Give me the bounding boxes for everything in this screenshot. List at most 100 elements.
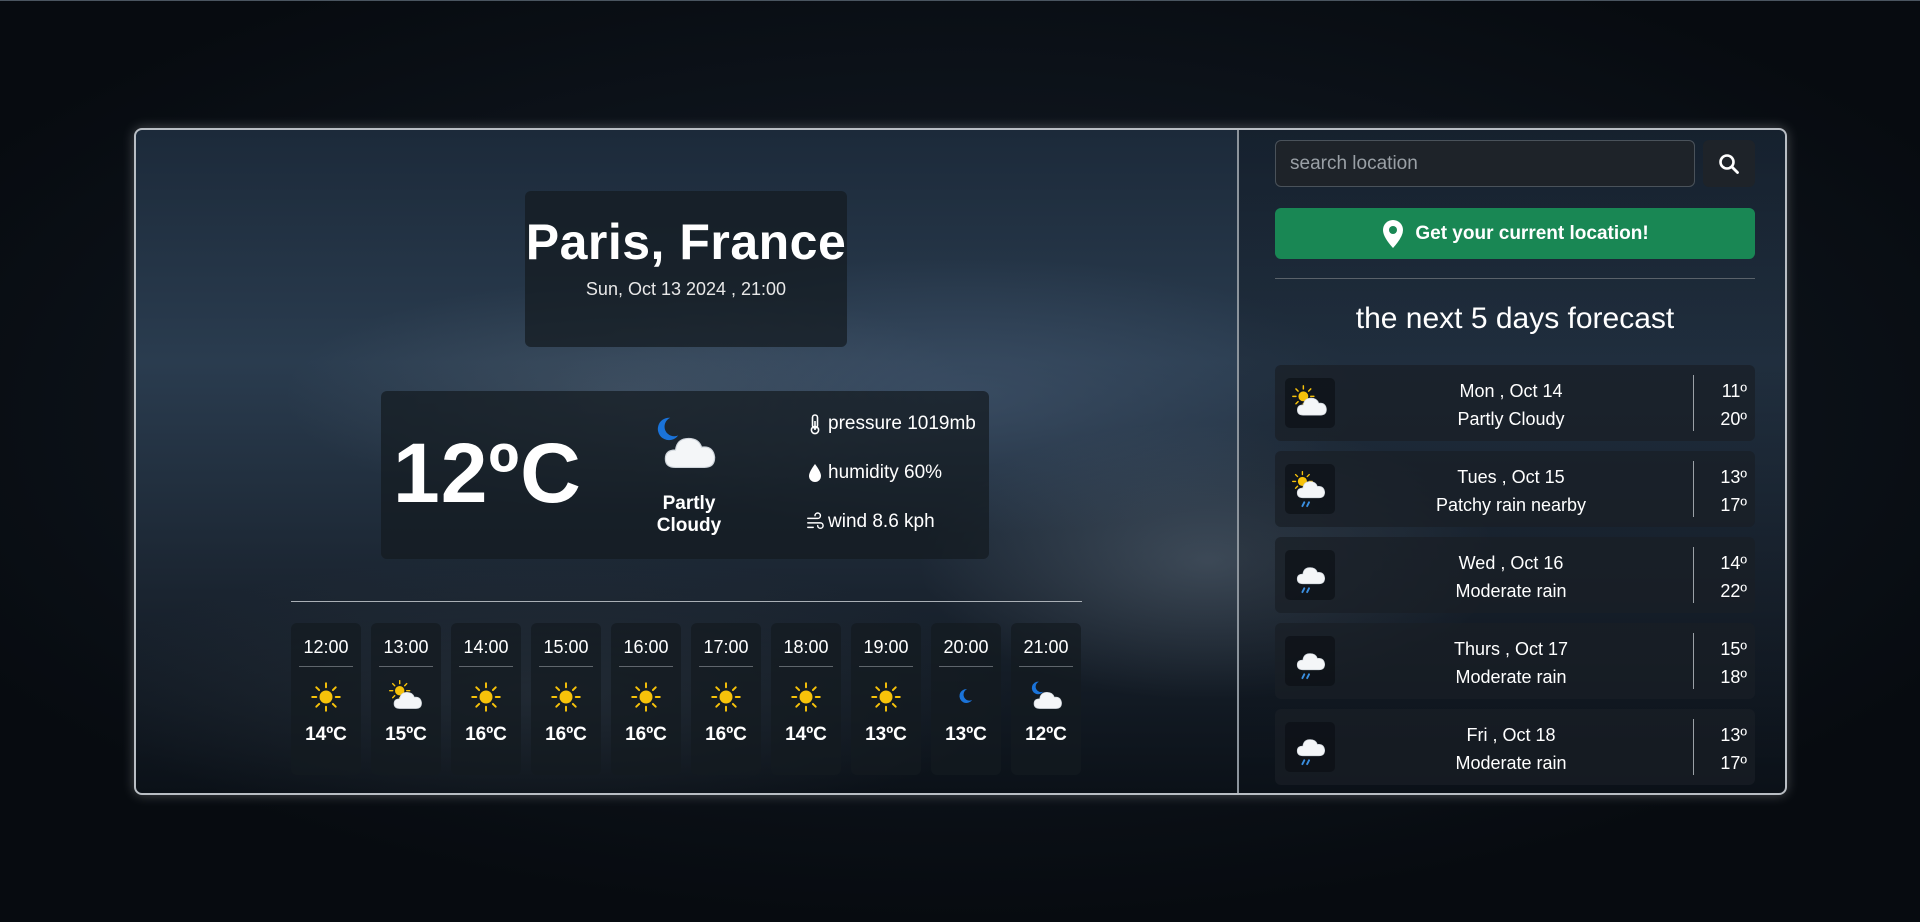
current-location-button[interactable]: Get your current location! [1275, 208, 1755, 259]
map-pin-icon [1383, 219, 1404, 248]
forecast-icon-box [1285, 378, 1335, 428]
sun-rain-icon [1292, 471, 1326, 508]
forecast-high: 17º [1720, 495, 1747, 515]
sun-icon [871, 682, 901, 712]
hourly-time: 18:00 [779, 637, 833, 667]
forecast-separator [1693, 633, 1694, 689]
forecast-title: the next 5 days forecast [1355, 302, 1675, 335]
wind-icon [807, 512, 824, 529]
forecast-icon-box [1285, 722, 1335, 772]
hourly-item: 17:00 16ºC [691, 623, 761, 775]
hourly-temp: 13ºC [865, 724, 907, 745]
forecast-date: Mon , Oct 14 [1459, 381, 1563, 401]
hourly-temp: 13ºC [945, 724, 987, 745]
forecast-high: 17º [1720, 753, 1747, 773]
moon-icon [959, 689, 973, 703]
search-button[interactable] [1703, 140, 1755, 187]
hourly-item: 12:00 14ºC [291, 623, 361, 775]
current-conditions-panel: 12ºC Partly Cloudy pressure 1019mb humid… [381, 391, 989, 559]
forecast-temps: 13º 17º [1703, 721, 1747, 777]
forecast-high: 22º [1720, 581, 1747, 601]
hourly-time: 14:00 [459, 637, 513, 667]
forecast-date: Fri , Oct 18 [1466, 725, 1556, 745]
forecast-low: 13º [1720, 467, 1747, 487]
hourly-divider [291, 601, 1082, 602]
droplet-icon [809, 464, 821, 482]
forecast-separator [1693, 547, 1694, 603]
forecast-high: 20º [1720, 409, 1747, 429]
forecast-icon-box [1285, 550, 1335, 600]
forecast-day-row: Tues , Oct 15 Patchy rain nearby 13º 17º [1275, 451, 1755, 527]
current-weather-section: Paris, France Sun, Oct 13 2024 , 21:00 1… [136, 130, 1237, 793]
forecast-condition: Moderate rain [1455, 581, 1567, 601]
forecast-temps: 11º 20º [1703, 377, 1747, 433]
pressure-value: pressure 1019mb [828, 413, 976, 434]
forecast-day-row: Thurs , Oct 17 Moderate rain 15º 18º [1275, 623, 1755, 699]
forecast-date: Thurs , Oct 17 [1453, 639, 1569, 659]
hourly-temp: 16ºC [465, 724, 507, 745]
forecast-icon-box [1285, 464, 1335, 514]
hourly-temp: 12ºC [1025, 724, 1067, 745]
forecast-separator [1693, 719, 1694, 775]
sun-icon [551, 682, 581, 712]
hourly-time: 17:00 [699, 637, 753, 667]
forecast-temps: 14º 22º [1703, 549, 1747, 605]
hourly-time: 13:00 [379, 637, 433, 667]
rain-cloud-icon [1296, 739, 1326, 766]
forecast-day-row: Fri , Oct 18 Moderate rain 13º 17º [1275, 709, 1755, 785]
hourly-temp: 16ºC [705, 724, 747, 745]
hourly-temp: 16ºC [545, 724, 587, 745]
forecast-temps: 15º 18º [1703, 635, 1747, 691]
forecast-low: 11º [1721, 381, 1747, 401]
hourly-time: 20:00 [939, 637, 993, 667]
forecast-low: 13º [1720, 725, 1747, 745]
hourly-temp: 14ºC [785, 724, 827, 745]
forecast-day-text: Wed , Oct 16 Moderate rain [1335, 549, 1687, 605]
current-temperature: 12ºC [393, 426, 582, 520]
wind-stat: wind 8.6 kph [806, 511, 935, 533]
forecast-separator [1693, 375, 1694, 431]
thermometer-icon [810, 414, 820, 435]
forecast-condition: Moderate rain [1455, 667, 1567, 687]
forecast-high: 18º [1720, 667, 1747, 687]
wind-value: wind 8.6 kph [828, 511, 935, 532]
sidebar-divider [1275, 278, 1755, 279]
window-top-border [0, 0, 1920, 1]
forecast-day-text: Mon , Oct 14 Partly Cloudy [1335, 377, 1687, 433]
hourly-item: 14:00 16ºC [451, 623, 521, 775]
hourly-time: 12:00 [299, 637, 353, 667]
forecast-day-text: Tues , Oct 15 Patchy rain nearby [1335, 463, 1687, 519]
sun-icon [791, 682, 821, 712]
forecast-day-text: Thurs , Oct 17 Moderate rain [1335, 635, 1687, 691]
forecast-date: Tues , Oct 15 [1457, 467, 1565, 487]
location-panel: Paris, France Sun, Oct 13 2024 , 21:00 [525, 191, 847, 347]
hourly-item: 20:00 13ºC [931, 623, 1001, 775]
hourly-time: 19:00 [859, 637, 913, 667]
hourly-time: 21:00 [1019, 637, 1073, 667]
sun-icon [711, 682, 741, 712]
forecast-sidebar: Get your current location! the next 5 da… [1239, 130, 1785, 793]
sun-icon [311, 682, 341, 712]
pressure-stat: pressure 1019mb [806, 413, 976, 435]
location-datetime: Sun, Oct 13 2024 , 21:00 [585, 279, 787, 299]
humidity-stat: humidity 60% [806, 462, 942, 484]
forecast-condition: Patchy rain nearby [1435, 495, 1587, 515]
forecast-low: 15º [1720, 639, 1747, 659]
sun-icon [471, 682, 501, 712]
hourly-time: 15:00 [539, 637, 593, 667]
forecast-day-row: Mon , Oct 14 Partly Cloudy 11º 20º [1275, 365, 1755, 441]
search-input[interactable] [1275, 140, 1695, 187]
forecast-separator [1693, 461, 1694, 517]
forecast-low: 14º [1720, 553, 1747, 573]
moon-cloud-icon [657, 417, 716, 468]
forecast-temps: 13º 17º [1703, 463, 1747, 519]
hourly-item: 19:00 13ºC [851, 623, 921, 775]
forecast-condition: Partly Cloudy [1457, 409, 1565, 429]
humidity-value: humidity 60% [828, 462, 943, 483]
search-icon [1719, 153, 1739, 174]
sun-icon [631, 682, 661, 712]
current-condition: Partly Cloudy [656, 493, 722, 536]
current-location-label: Get your current location! [1415, 222, 1649, 244]
rain-cloud-icon [1296, 567, 1326, 594]
hourly-item: 13:00 15ºC [371, 623, 441, 775]
